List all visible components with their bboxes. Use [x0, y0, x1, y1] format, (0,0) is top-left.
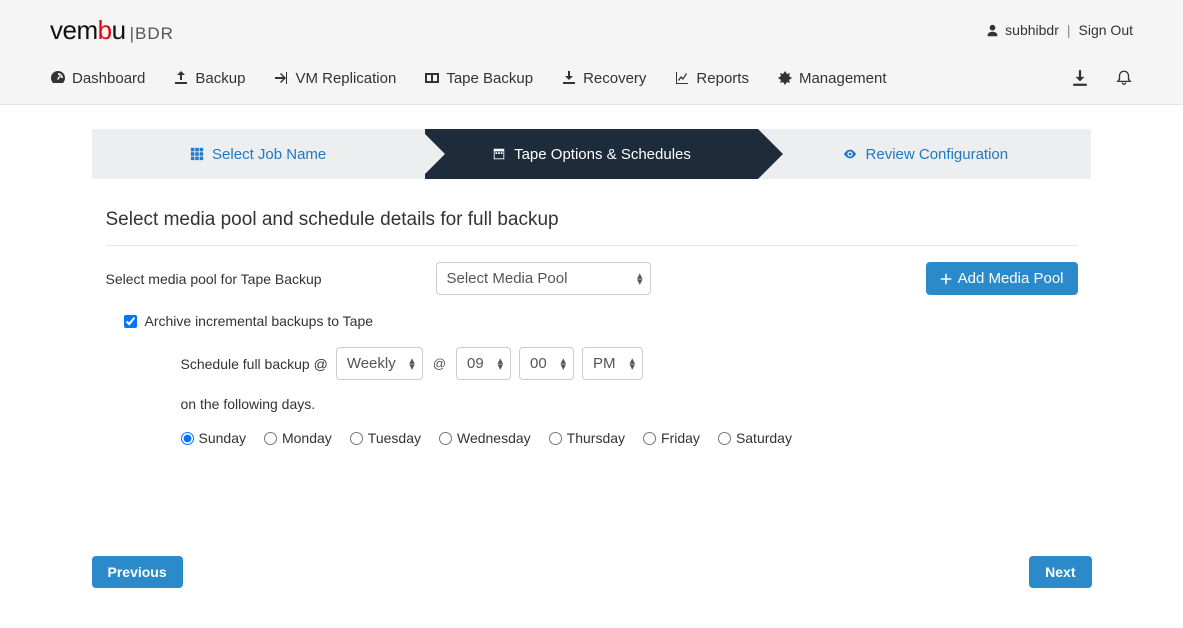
username-link[interactable]: subhibdr: [1005, 22, 1059, 38]
calendar-icon: [492, 147, 506, 161]
separator: |: [1067, 22, 1071, 38]
radio-input[interactable]: [718, 432, 731, 445]
nav-vm-replication[interactable]: VM Replication: [273, 70, 396, 87]
radio-label: Thursday: [567, 430, 625, 446]
wizard-step-1[interactable]: Select Job Name: [92, 129, 425, 179]
brand-prefix: vem: [50, 15, 98, 46]
previous-button[interactable]: Previous: [92, 556, 183, 588]
radio-input[interactable]: [181, 432, 194, 445]
next-button[interactable]: Next: [1029, 556, 1091, 588]
download-icon: [561, 70, 577, 86]
media-pool-label: Select media pool for Tape Backup: [106, 271, 436, 287]
radio-label: Monday: [282, 430, 332, 446]
replication-icon: [273, 70, 289, 86]
ampm-select[interactable]: PM: [582, 347, 643, 380]
divider: [106, 245, 1078, 246]
nav-label: Recovery: [583, 70, 646, 87]
frequency-select[interactable]: Weekly: [336, 347, 423, 380]
dashboard-icon: [50, 70, 66, 86]
plus-icon: [940, 273, 952, 285]
signout-link[interactable]: Sign Out: [1079, 22, 1133, 38]
brand-logo: vembu|BDR: [50, 15, 174, 46]
nav-label: VM Replication: [295, 70, 396, 87]
button-label: Add Media Pool: [958, 270, 1064, 287]
management-icon: [777, 70, 793, 86]
radio-label: Friday: [661, 430, 700, 446]
day-radio-sunday[interactable]: Sunday: [181, 430, 246, 446]
bell-icon[interactable]: [1115, 69, 1133, 87]
nav-recovery[interactable]: Recovery: [561, 70, 646, 87]
radio-label: Sunday: [199, 430, 246, 446]
hour-select[interactable]: 09: [456, 347, 511, 380]
brand-suffix: |BDR: [130, 24, 174, 44]
day-radio-wednesday[interactable]: Wednesday: [439, 430, 531, 446]
days-row: Sunday Monday Tuesday Wednesday Thursday: [181, 430, 1078, 446]
radio-input[interactable]: [439, 432, 452, 445]
nav-reports[interactable]: Reports: [674, 70, 749, 87]
schedule-prefix-label: Schedule full backup @: [181, 356, 328, 372]
nav-label: Dashboard: [72, 70, 145, 87]
wizard-steps: Select Job Name Tape Options & Schedules…: [92, 129, 1092, 179]
tape-icon: [424, 70, 440, 86]
upload-icon: [173, 70, 189, 86]
brand-b: b: [98, 15, 112, 46]
eye-icon: [842, 147, 858, 161]
at-symbol: @: [433, 356, 446, 371]
user-icon: [986, 24, 999, 37]
wizard-step-label: Tape Options & Schedules: [514, 146, 691, 163]
nav-label: Tape Backup: [446, 70, 533, 87]
day-radio-friday[interactable]: Friday: [643, 430, 700, 446]
wizard-step-3[interactable]: Review Configuration: [758, 129, 1091, 179]
section-title: Select media pool and schedule details f…: [106, 209, 1078, 231]
nav-label: Backup: [195, 70, 245, 87]
nav-tape-backup[interactable]: Tape Backup: [424, 70, 533, 87]
download-tray-icon[interactable]: [1071, 69, 1089, 87]
nav-backup[interactable]: Backup: [173, 70, 245, 87]
nav-management[interactable]: Management: [777, 70, 887, 87]
day-radio-monday[interactable]: Monday: [264, 430, 332, 446]
radio-input[interactable]: [549, 432, 562, 445]
media-pool-select[interactable]: Select Media Pool: [436, 262, 651, 295]
add-media-pool-button[interactable]: Add Media Pool: [926, 262, 1078, 295]
radio-input[interactable]: [643, 432, 656, 445]
chart-icon: [674, 70, 690, 86]
checkbox-label: Archive incremental backups to Tape: [145, 313, 374, 329]
minute-select[interactable]: 00: [519, 347, 574, 380]
day-radio-thursday[interactable]: Thursday: [549, 430, 625, 446]
grid-icon: [190, 147, 204, 161]
radio-label: Wednesday: [457, 430, 531, 446]
radio-input[interactable]: [264, 432, 277, 445]
nav-label: Management: [799, 70, 887, 87]
wizard-step-label: Review Configuration: [866, 146, 1009, 163]
nav-dashboard[interactable]: Dashboard: [50, 70, 145, 87]
archive-incremental-checkbox[interactable]: [124, 315, 137, 328]
day-radio-tuesday[interactable]: Tuesday: [350, 430, 421, 446]
wizard-step-2[interactable]: Tape Options & Schedules: [425, 129, 758, 179]
radio-label: Tuesday: [368, 430, 421, 446]
brand-u: u: [112, 15, 126, 46]
radio-label: Saturday: [736, 430, 792, 446]
day-radio-saturday[interactable]: Saturday: [718, 430, 792, 446]
nav-label: Reports: [696, 70, 749, 87]
radio-input[interactable]: [350, 432, 363, 445]
days-label: on the following days.: [181, 396, 1078, 412]
wizard-step-label: Select Job Name: [212, 146, 326, 163]
